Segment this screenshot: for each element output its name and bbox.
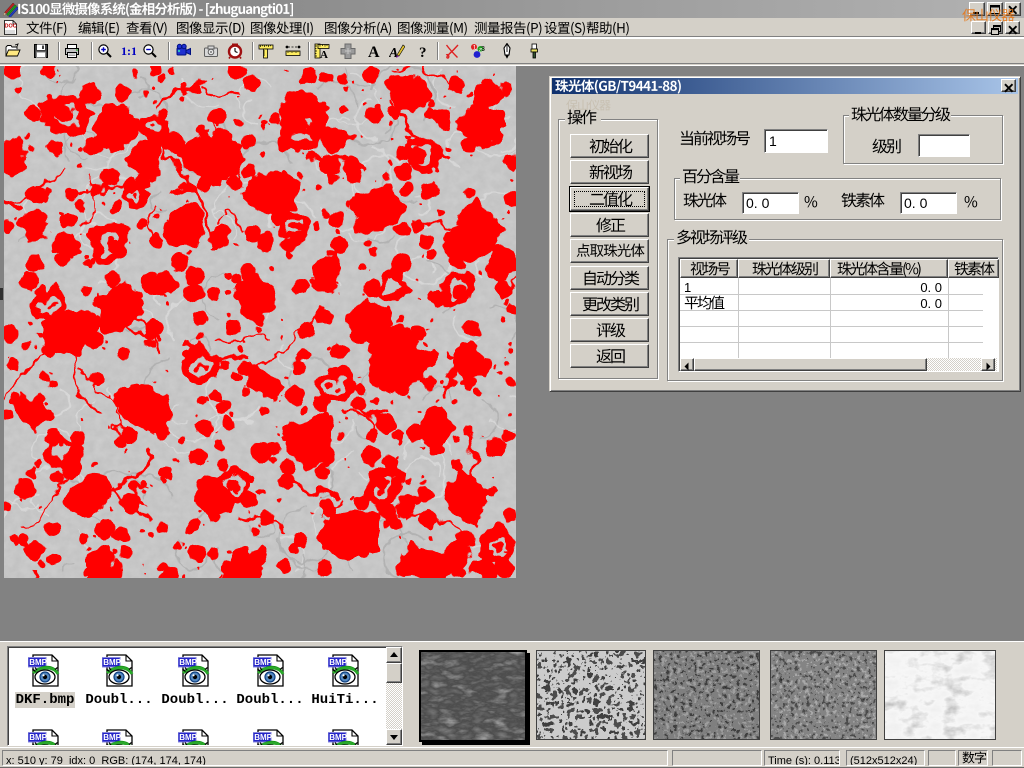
svg-text:BMP: BMP: [29, 658, 47, 667]
svg-text:A: A: [368, 44, 380, 59]
svg-text:BMP: BMP: [103, 733, 121, 742]
svg-text:BMP: BMP: [103, 658, 121, 667]
svg-text:BMP: BMP: [254, 658, 272, 667]
svg-text:3: 3: [481, 46, 485, 53]
svg-text:A: A: [320, 49, 328, 59]
svg-text:BMP: BMP: [329, 658, 347, 667]
svg-text:1:1: 1:1: [121, 44, 136, 58]
svg-text:BMP: BMP: [329, 733, 347, 742]
svg-text:BMP: BMP: [254, 733, 272, 742]
svg-text:BMP: BMP: [179, 658, 197, 667]
svg-text:1: 1: [473, 45, 477, 52]
svg-text:BMP: BMP: [29, 733, 47, 742]
svg-text:DOC: DOC: [5, 24, 17, 30]
svg-text:?: ?: [419, 45, 427, 59]
svg-text:BMP: BMP: [179, 733, 197, 742]
